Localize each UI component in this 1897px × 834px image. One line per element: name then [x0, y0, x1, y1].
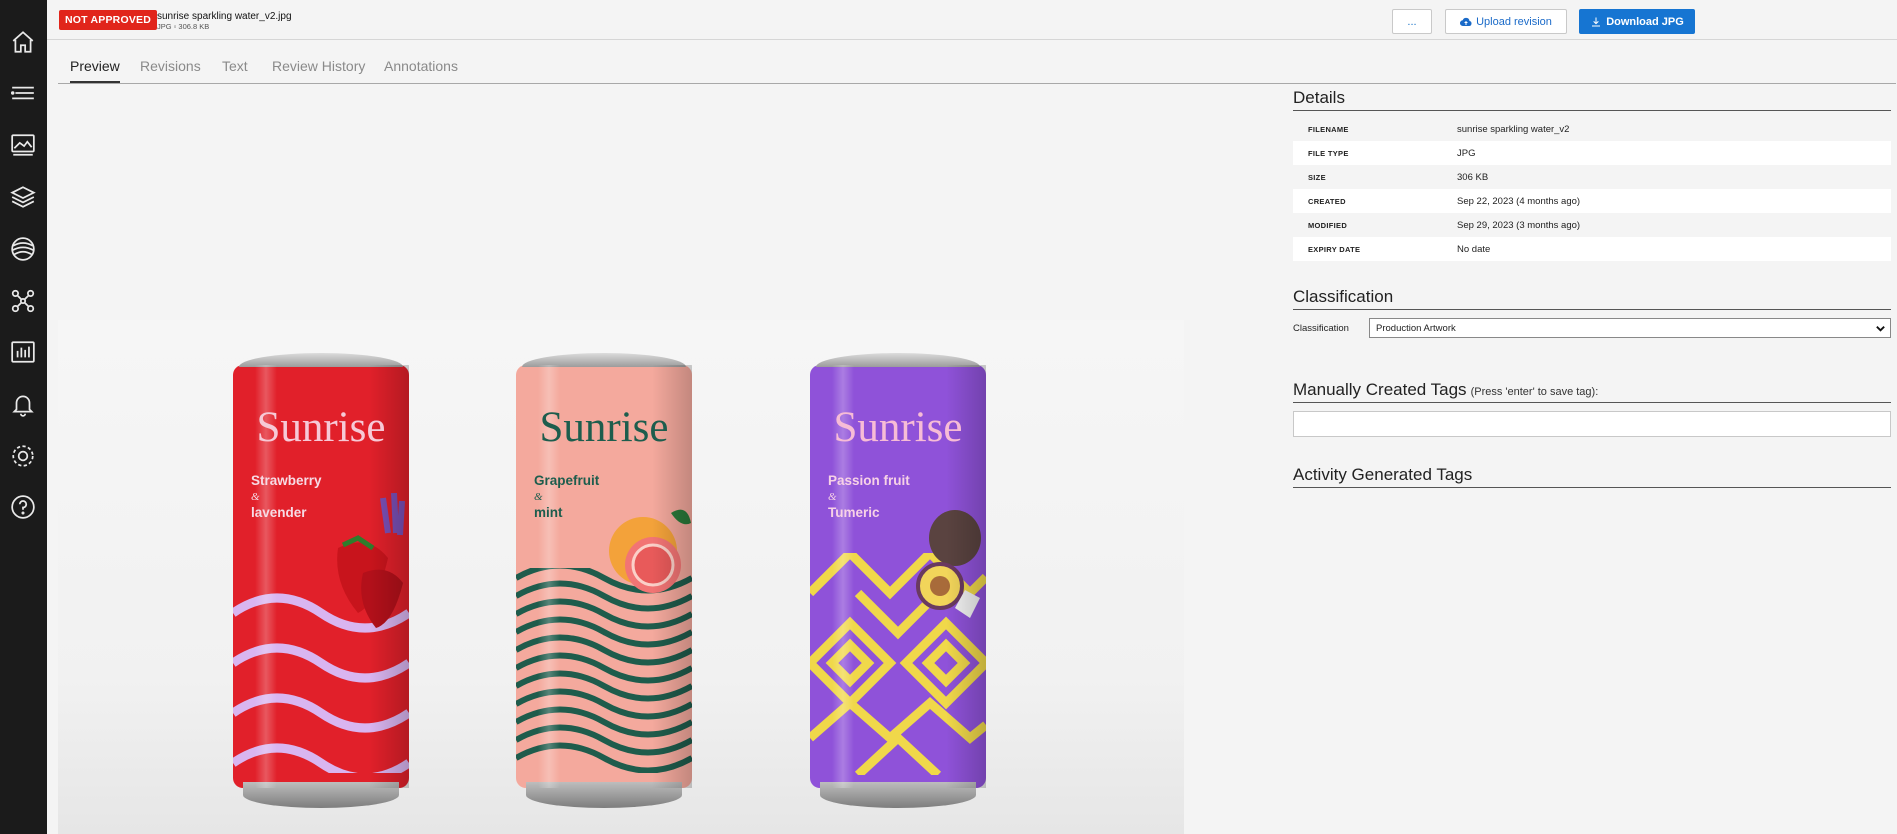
- tab-bar: Preview Revisions Text Review History An…: [58, 52, 1896, 84]
- can-grapefruit-mint: Sunrise Grapefruit & mint: [516, 353, 692, 808]
- help-icon[interactable]: [9, 493, 37, 521]
- bell-icon[interactable]: [9, 390, 37, 418]
- tab-preview[interactable]: Preview: [70, 58, 120, 83]
- can-brand: Sunrise: [833, 404, 963, 451]
- layers-icon[interactable]: [9, 183, 37, 211]
- bar-chart-icon[interactable]: [9, 338, 37, 366]
- details-row-file-type: FILE TYPE JPG: [1293, 141, 1891, 165]
- download-icon: [1592, 17, 1601, 26]
- can-flavor: Passion fruit & Tumeric: [828, 473, 910, 520]
- manual-tags-input[interactable]: [1293, 411, 1891, 437]
- globe-icon[interactable]: [9, 235, 37, 263]
- chevron-down-icon: [1876, 326, 1885, 332]
- classification-selected: Production Artwork: [1376, 323, 1456, 334]
- can-flavor: Grapefruit & mint: [534, 473, 600, 520]
- list-icon[interactable]: [9, 79, 37, 107]
- classification-label: Classification: [1293, 322, 1349, 334]
- can-brand: Sunrise: [539, 404, 669, 451]
- file-meta: JPG ▫ 306.8 KB: [157, 22, 210, 31]
- workflow-icon[interactable]: [9, 287, 37, 315]
- classification-row: Classification Production Artwork: [1293, 318, 1891, 338]
- home-icon[interactable]: [9, 28, 37, 56]
- can-flavor: Strawberry & lavender: [251, 473, 322, 520]
- details-row-filename: FILENAME sunrise sparkling water_v2: [1293, 117, 1891, 141]
- can-brand: Sunrise: [256, 404, 386, 451]
- sidebar: [0, 0, 47, 834]
- tab-review-history[interactable]: Review History: [272, 58, 365, 81]
- activity-tags-title: Activity Generated Tags: [1293, 465, 1891, 488]
- details-title: Details: [1293, 88, 1891, 111]
- manual-tags-hint: (Press 'enter' to save tag):: [1470, 386, 1599, 398]
- gear-icon[interactable]: [9, 442, 37, 470]
- details-row-created: CREATED Sep 22, 2023 (4 months ago): [1293, 189, 1891, 213]
- top-bar: NOT APPROVED sunrise sparkling water_v2.…: [47, 0, 1897, 40]
- image-gallery-icon[interactable]: [9, 131, 37, 159]
- download-button[interactable]: Download JPG: [1579, 9, 1695, 34]
- upload-revision-button[interactable]: Upload revision: [1445, 9, 1567, 34]
- can-passionfruit-tumeric: Sunrise Passion fruit & Tumeric: [810, 353, 986, 808]
- more-actions-button[interactable]: ...: [1392, 9, 1432, 34]
- file-title: sunrise sparkling water_v2.jpg: [157, 11, 292, 22]
- manual-tags-title: Manually Created Tags (Press 'enter' to s…: [1293, 380, 1891, 403]
- details-table: FILENAME sunrise sparkling water_v2 FILE…: [1293, 117, 1891, 261]
- can-strawberry-lavender: Sunrise Strawberry & lavender: [233, 353, 409, 808]
- download-label: Download JPG: [1606, 15, 1684, 28]
- status-badge: NOT APPROVED: [59, 10, 158, 30]
- classification-select[interactable]: Production Artwork: [1369, 318, 1891, 338]
- upload-revision-label: Upload revision: [1476, 15, 1552, 28]
- details-row-expiry-date: EXPIRY DATE No date: [1293, 237, 1891, 261]
- asset-preview: Sunrise Strawberry & lavender Sunrise Gr…: [58, 320, 1184, 834]
- tab-revisions[interactable]: Revisions: [140, 58, 201, 81]
- more-actions-label: ...: [1407, 15, 1417, 28]
- tab-annotations[interactable]: Annotations: [384, 58, 458, 81]
- cloud-upload-icon: [1460, 17, 1472, 26]
- details-row-size: SIZE 306 KB: [1293, 165, 1891, 189]
- details-panel: Details FILENAME sunrise sparkling water…: [1293, 88, 1891, 488]
- classification-title: Classification: [1293, 287, 1891, 310]
- details-row-modified: MODIFIED Sep 29, 2023 (3 months ago): [1293, 213, 1891, 237]
- tab-text[interactable]: Text: [222, 58, 248, 81]
